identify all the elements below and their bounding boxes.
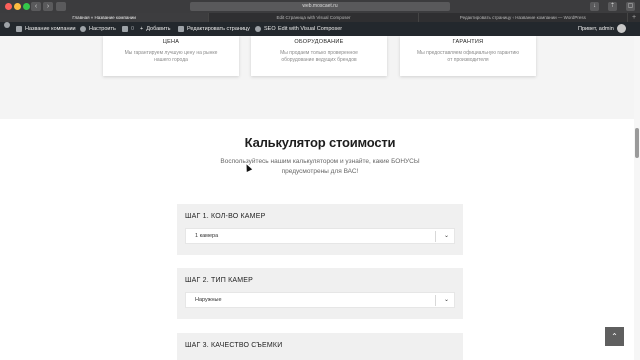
camera-count-select[interactable]: 1 камера ⌄ (185, 228, 455, 244)
share-icon[interactable]: ⇡ (608, 2, 617, 11)
adminbar-comments[interactable]: 0 (122, 22, 134, 36)
home-icon (16, 26, 22, 32)
step-3-panel: ШАГ 3. КАЧЕСТВО СЪЕМКИ (177, 333, 463, 360)
page-content: ЦЕНА Мы гарантируем лучшую цену на рынке… (0, 36, 640, 360)
seo-icon (255, 26, 261, 32)
maximize-window-button[interactable] (23, 3, 30, 10)
scrollbar-thumb[interactable] (635, 128, 639, 158)
adminbar-visual-composer[interactable]: Edit with Visual Composer (278, 22, 342, 36)
tab-bar: Главная « Название компании Edit Страниц… (0, 13, 640, 22)
adminbar-account[interactable]: Привет, admin (578, 22, 614, 36)
comment-icon (122, 26, 128, 32)
step-3-label: ШАГ 3. КАЧЕСТВО СЪЕМКИ (185, 342, 283, 349)
features-section: ЦЕНА Мы гарантируем лучшую цену на рынке… (0, 36, 640, 119)
step-1-label: ШАГ 1. КОЛ-ВО КАМЕР (185, 213, 266, 220)
tab-visual-composer[interactable]: Edit Страница with Visual Composer (209, 13, 419, 22)
pencil-icon (178, 26, 184, 32)
calculator-subtitle: Воспользуйтесь нашим калькулятором и узн… (220, 158, 420, 175)
tabs-overview-icon[interactable]: ▢ (626, 2, 635, 11)
adminbar-seo[interactable]: SEO (255, 22, 276, 36)
adminbar-edit-page[interactable]: Редактировать страницу (178, 22, 250, 36)
wp-admin-bar: Название компании Настроить 0 + Добавить… (0, 22, 640, 36)
download-icon[interactable]: ↓ (590, 2, 599, 11)
feature-card-equipment: ОБОРУДОВАНИЕ Мы продаем только проверенн… (251, 36, 387, 76)
adminbar-site-name[interactable]: Название компании (16, 22, 76, 36)
step-1-panel: ШАГ 1. КОЛ-ВО КАМЕР 1 камера ⌄ (177, 204, 463, 255)
camera-type-select[interactable]: Наружные ⌄ (185, 292, 455, 308)
feature-card-price: ЦЕНА Мы гарантируем лучшую цену на рынке… (103, 36, 239, 76)
plus-icon: + (140, 26, 144, 32)
step-2-panel: ШАГ 2. ТИП КАМЕР Наружные ⌄ (177, 268, 463, 319)
brush-icon (80, 26, 86, 32)
close-window-button[interactable] (5, 3, 12, 10)
page-scrollbar[interactable] (634, 36, 640, 360)
adminbar-customize[interactable]: Настроить (80, 22, 116, 36)
chevron-down-icon: ⌄ (443, 297, 449, 303)
step-2-label: ШАГ 2. ТИП КАМЕР (185, 277, 254, 284)
avatar[interactable] (617, 24, 626, 33)
calculator-title: Калькулятор стоимости (244, 135, 396, 150)
adminbar-add-new[interactable]: + Добавить (140, 22, 171, 36)
browser-titlebar: ‹ › web.moscaet.ru ↓ ⇡ ▢ (0, 0, 640, 13)
chevron-down-icon: ⌄ (443, 233, 449, 239)
wordpress-logo-icon[interactable] (4, 22, 13, 28)
arrow-up-icon: ⌃ (611, 332, 618, 341)
tab-home[interactable]: Главная « Название компании (0, 13, 210, 22)
address-bar[interactable]: web.moscaet.ru (190, 2, 450, 11)
back-button[interactable]: ‹ (31, 2, 41, 11)
tab-edit-page[interactable]: Редактировать страницу ‹ Название компан… (419, 13, 628, 22)
sidebar-toggle-button[interactable] (56, 2, 66, 11)
scroll-to-top-button[interactable]: ⌃ (605, 327, 624, 346)
feature-card-warranty: ГАРАНТИЯ Мы предоставляем официальную га… (400, 36, 536, 76)
forward-button[interactable]: › (43, 2, 53, 11)
minimize-window-button[interactable] (14, 3, 21, 10)
new-tab-button[interactable]: + (628, 13, 640, 22)
